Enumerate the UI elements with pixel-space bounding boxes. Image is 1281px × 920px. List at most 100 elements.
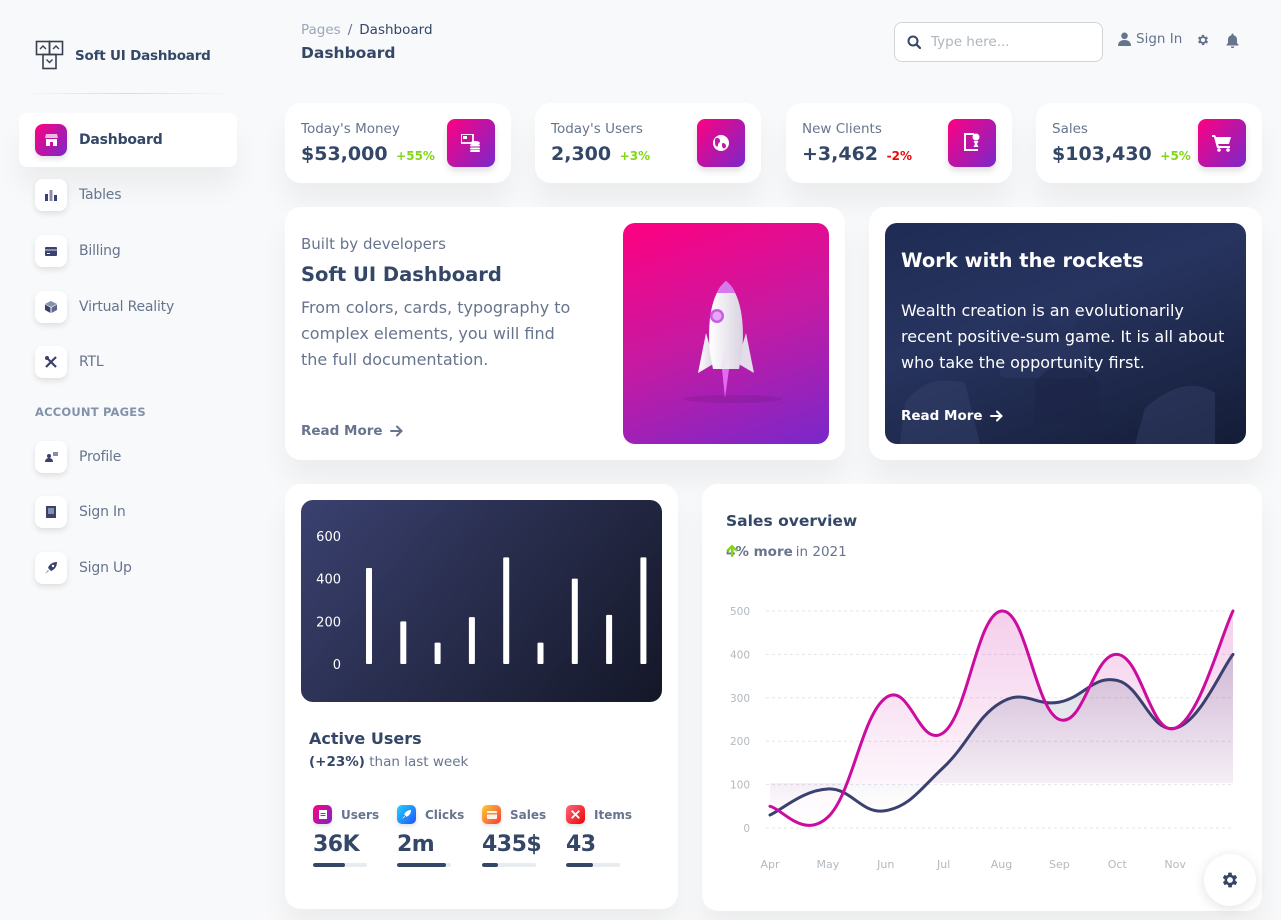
change-suffix: than last week bbox=[364, 754, 469, 770]
progress-fill bbox=[397, 863, 446, 867]
gear-icon[interactable] bbox=[1196, 33, 1210, 47]
brand[interactable]: Soft UI Dashboard bbox=[35, 40, 211, 71]
arrow-right-icon bbox=[389, 425, 403, 437]
bar-chart: 0 200 400 600 bbox=[316, 530, 647, 673]
y-tick-label: 0 bbox=[743, 823, 750, 835]
spaceship-icon bbox=[35, 552, 67, 584]
card-title: Work with the rockets bbox=[901, 249, 1144, 272]
stat-number: $53,000 bbox=[301, 143, 388, 165]
card-title: Active Users bbox=[309, 729, 422, 748]
x-tick-label: Aug bbox=[991, 858, 1012, 871]
metric-label: Items bbox=[594, 807, 632, 822]
sidebar-item-dashboard[interactable]: Dashboard bbox=[19, 113, 237, 167]
stat-card-clients: New Clients +3,462 -2% bbox=[786, 103, 1012, 183]
stat-card-users: Today's Users 2,300 +3% bbox=[535, 103, 761, 183]
y-tick-label: 100 bbox=[730, 780, 750, 792]
stat-number: +3,462 bbox=[802, 143, 879, 165]
bar bbox=[468, 617, 475, 664]
brand-name: Soft UI Dashboard bbox=[75, 47, 211, 64]
stat-label: Today's Users bbox=[551, 121, 643, 137]
metric-clicks: Clicks 2m bbox=[397, 805, 467, 867]
read-more-label: Read More bbox=[301, 423, 383, 439]
y-tick-label: 300 bbox=[730, 693, 750, 705]
metric-label: Users bbox=[341, 807, 380, 822]
sidebar-item-sign-in[interactable]: Sign In bbox=[19, 485, 237, 539]
active-users-card: 0 200 400 600 Active Users (+23%) than last… bbox=[285, 484, 678, 909]
change-value: (+23%) bbox=[309, 754, 365, 770]
paper-diploma-icon bbox=[948, 119, 996, 167]
page-title: Dashboard bbox=[301, 44, 396, 62]
x-tick-label: May bbox=[817, 858, 840, 871]
y-tick-label: 500 bbox=[730, 606, 750, 618]
nav-label: Tables bbox=[79, 187, 122, 203]
bar bbox=[503, 557, 510, 664]
read-more-label: Read More bbox=[901, 408, 983, 424]
progress-fill bbox=[566, 863, 593, 867]
y-tick-label: 200 bbox=[730, 736, 750, 748]
search-input[interactable] bbox=[931, 34, 1091, 50]
sidebar-item-sign-up[interactable]: Sign Up bbox=[19, 541, 237, 595]
read-more-link[interactable]: Read More bbox=[301, 423, 403, 439]
breadcrumb-current: Dashboard bbox=[359, 22, 433, 38]
y-tick-label: 400 bbox=[730, 649, 750, 661]
bar bbox=[606, 614, 613, 664]
progress-fill bbox=[313, 863, 346, 867]
x-tick-label: Jul bbox=[936, 858, 950, 871]
progress-bar bbox=[482, 863, 536, 867]
y-tick-label: 200 bbox=[316, 615, 341, 630]
stat-value: 2,300 +3% bbox=[551, 143, 650, 165]
progress-fill bbox=[482, 863, 499, 867]
cart-icon bbox=[1198, 119, 1246, 167]
rocket-icon bbox=[683, 281, 783, 403]
metric-users: Users 36K bbox=[313, 805, 383, 867]
document-icon bbox=[35, 496, 67, 528]
sign-in-link[interactable]: Sign In bbox=[1118, 31, 1182, 47]
arrow-right-icon bbox=[989, 410, 1003, 422]
metric-label: Sales bbox=[510, 807, 547, 822]
sidebar-item-rtl[interactable]: RTL bbox=[19, 335, 237, 389]
nav-label: Sign Up bbox=[79, 560, 132, 576]
nav-label: Billing bbox=[79, 243, 121, 259]
progress-bar bbox=[313, 863, 367, 867]
settings-tools-icon bbox=[566, 805, 585, 824]
metric-items: Items 43 bbox=[566, 805, 636, 867]
section-heading: ACCOUNT PAGES bbox=[35, 405, 146, 419]
credit-card-icon bbox=[482, 805, 501, 824]
metric-value: 2m bbox=[397, 832, 435, 857]
divider bbox=[19, 93, 237, 94]
sidebar-item-profile[interactable]: Profile bbox=[19, 430, 237, 484]
metric-value: 43 bbox=[566, 832, 596, 857]
y-tick-label: 600 bbox=[316, 530, 341, 545]
box-3d-icon bbox=[35, 291, 67, 323]
stat-card-money: Today's Money $53,000 +55% bbox=[285, 103, 511, 183]
sidebar-item-virtual-reality[interactable]: Virtual Reality bbox=[19, 280, 237, 334]
stat-card-sales: Sales $103,430 +5% bbox=[1036, 103, 1262, 183]
card-text: From colors, cards, typography to comple… bbox=[301, 298, 571, 369]
y-tick-label: 400 bbox=[316, 573, 341, 588]
breadcrumb-pages[interactable]: Pages bbox=[301, 22, 341, 38]
bell-icon[interactable] bbox=[1226, 33, 1239, 48]
bar bbox=[640, 557, 647, 664]
metric-value: 435$ bbox=[482, 832, 542, 857]
configurator-button[interactable] bbox=[1204, 854, 1256, 906]
gear-icon bbox=[1222, 872, 1238, 888]
user-icon bbox=[1118, 32, 1131, 46]
sidebar: Soft UI Dashboard Dashboard Tables Billi… bbox=[0, 0, 256, 920]
sidebar-item-billing[interactable]: Billing bbox=[19, 224, 237, 278]
search-box[interactable] bbox=[894, 22, 1103, 62]
breadcrumb: Pages / Dashboard bbox=[301, 22, 433, 38]
sidebar-item-tables[interactable]: Tables bbox=[19, 168, 237, 222]
nav-label: Sign In bbox=[79, 504, 126, 520]
logo-icon bbox=[35, 40, 64, 70]
nav-label: Profile bbox=[79, 449, 122, 465]
line-chart: 0 100 200 300 400 500 Apr May Jun Jul Aug Sep Oct Nov bbox=[730, 606, 1235, 871]
read-more-link[interactable]: Read More bbox=[901, 408, 1003, 424]
x-tick-label: Apr bbox=[760, 858, 780, 871]
bar bbox=[537, 642, 544, 664]
stat-value: $53,000 +55% bbox=[301, 143, 435, 165]
metric-value: 36K bbox=[313, 832, 360, 857]
rockets-card: Work with the rockets Wealth creation is… bbox=[869, 207, 1262, 460]
stat-label: Sales bbox=[1052, 121, 1088, 137]
world-icon bbox=[697, 119, 745, 167]
stat-change: +55% bbox=[396, 149, 435, 163]
